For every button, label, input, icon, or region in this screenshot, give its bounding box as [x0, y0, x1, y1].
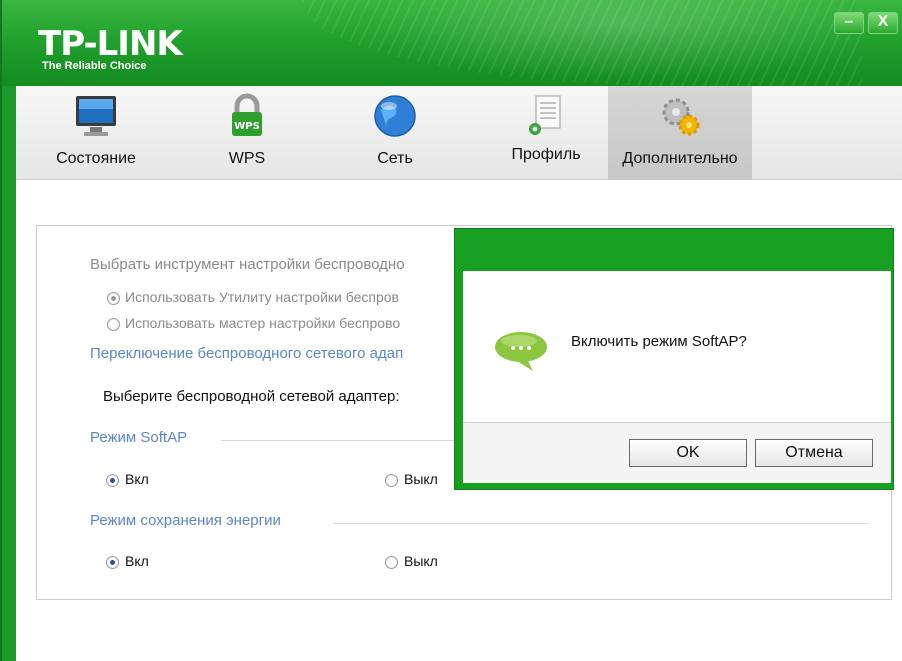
dialog-message-area: Включить режим SoftAP?: [463, 271, 891, 423]
speech-bubble-icon: [495, 332, 547, 371]
power-off-label: Выкл: [404, 553, 438, 569]
tab-wps[interactable]: WPS WPS: [192, 86, 302, 180]
softap-off-label: Выкл: [404, 471, 438, 487]
gears-icon: [662, 98, 700, 136]
tab-profile-label: Профиль: [511, 146, 581, 163]
tab-advanced-label: Дополнительно: [622, 150, 738, 167]
app-window: TP-LINK The Reliable Choice – X Состояни…: [0, 0, 902, 661]
softap-on-radio[interactable]: [106, 474, 119, 487]
dialog-message: Включить режим SoftAP?: [571, 333, 747, 350]
title-bar: TP-LINK The Reliable Choice – X: [2, 0, 902, 86]
close-button[interactable]: X: [868, 12, 898, 34]
tab-network-label: Сеть: [377, 150, 413, 167]
softap-divider: [221, 440, 471, 441]
profile-document-icon: [529, 95, 561, 135]
tab-advanced[interactable]: Дополнительно: [608, 86, 752, 180]
softap-on-label: Вкл: [125, 471, 149, 487]
wps-lock-icon: WPS: [232, 93, 262, 136]
power-on-radio[interactable]: [106, 556, 119, 569]
minimize-button[interactable]: –: [834, 12, 864, 34]
tab-network[interactable]: Сеть: [340, 86, 450, 180]
wizard-option-label: Использовать мастер настройки беспрово: [125, 315, 401, 331]
softap-off-radio[interactable]: [385, 474, 398, 487]
select-adapter-label: Выберите беспроводной сетевой адаптер:: [103, 388, 400, 405]
softap-heading: Режим SoftAP: [90, 429, 188, 446]
tool-heading: Выбрать инструмент настройки беспроводно: [90, 256, 405, 273]
svg-text:WPS: WPS: [234, 121, 260, 132]
tab-status[interactable]: Состояние: [36, 86, 156, 180]
brand-logo: TP-LINK: [38, 24, 183, 64]
monitor-icon: [76, 96, 116, 136]
cancel-button[interactable]: Отмена: [755, 439, 873, 467]
globe-icon: [374, 95, 416, 137]
switch-adapter-heading: Переключение беспроводного сетевого адап: [90, 345, 404, 362]
power-save-heading: Режим сохранения энергии: [90, 512, 281, 529]
power-off-radio[interactable]: [385, 556, 398, 569]
softap-confirm-dialog: Включить режим SoftAP? OK Отмена: [454, 228, 894, 490]
brand-tagline: The Reliable Choice: [42, 60, 147, 72]
tab-profile[interactable]: Профиль: [486, 86, 606, 180]
utility-option-label: Использовать Утилиту настройки беспров: [125, 289, 399, 305]
power-on-label: Вкл: [125, 553, 149, 569]
tab-status-label: Состояние: [56, 150, 136, 167]
ok-button[interactable]: OK: [629, 439, 747, 467]
dialog-body: Включить режим SoftAP? OK Отмена: [463, 271, 891, 483]
power-save-divider: [333, 523, 869, 524]
wizard-radio[interactable]: [107, 318, 120, 331]
main-tab-bar: Состояние WPS WPS Сеть Профиль Дополните…: [16, 86, 902, 180]
utility-radio[interactable]: [107, 292, 120, 305]
tab-wps-label: WPS: [228, 150, 266, 167]
